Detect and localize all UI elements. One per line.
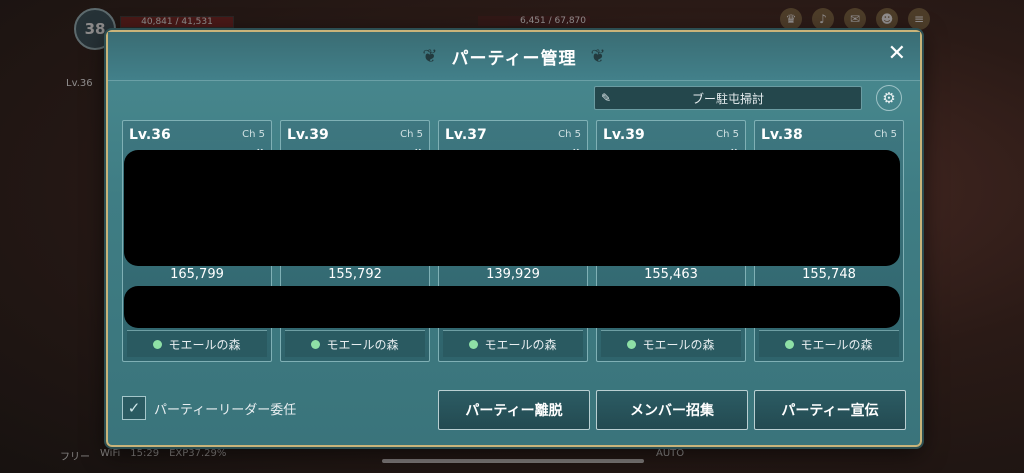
- member-level: Lv.38: [761, 127, 803, 143]
- redaction-block: [124, 286, 900, 328]
- party-name-field[interactable]: ✎ ブー駐屯掃討: [594, 86, 862, 110]
- trophy-icon[interactable]: ♛: [780, 8, 802, 30]
- target-hp-bar: 6,451 / 67,870: [478, 16, 590, 26]
- bell-icon[interactable]: ♪: [812, 8, 834, 30]
- status-bar: フリー WiFi 15:29 EXP37.29%: [60, 448, 226, 463]
- exp-text: EXP37.29%: [169, 448, 227, 459]
- right-ornament-icon: ❦: [590, 45, 606, 67]
- dialog-title: パーティー管理: [451, 48, 577, 69]
- location-dot-icon: [311, 339, 321, 349]
- member-power: 165,799: [170, 267, 224, 282]
- top-right-icons: ♛ ♪ ✉ ☻ ≡: [780, 8, 930, 30]
- location-dot-icon: [469, 339, 479, 349]
- member-level: Lv.39: [287, 127, 329, 143]
- mail-icon[interactable]: ✉: [844, 8, 866, 30]
- member-location: モエールの森: [759, 330, 899, 357]
- location-dot-icon: [785, 339, 795, 349]
- wifi-label: WiFi: [100, 448, 121, 459]
- location-label: モエールの森: [642, 337, 715, 352]
- clock: 15:29: [130, 448, 160, 459]
- location-dot-icon: [627, 339, 637, 349]
- member-channel: Ch 5: [874, 129, 897, 140]
- member-power: 139,929: [486, 267, 540, 282]
- home-indicator: [382, 459, 644, 463]
- member-power: 155,463: [644, 267, 698, 282]
- player-level: 38: [84, 20, 106, 38]
- checkmark-icon[interactable]: ✓: [122, 396, 146, 420]
- party-member-level: Lv.36: [66, 78, 93, 89]
- member-power: 155,748: [802, 267, 856, 282]
- member-location: モエールの森: [601, 330, 741, 357]
- member-location: モエールの森: [127, 330, 267, 357]
- auto-label[interactable]: AUTO: [656, 448, 684, 459]
- location-dot-icon: [153, 339, 163, 349]
- gear-icon[interactable]: ⚙: [876, 85, 902, 111]
- member-level: Lv.36: [129, 127, 171, 143]
- hp-bar: 40,841 / 41,531: [120, 16, 234, 28]
- recruit-members-button[interactable]: メンバー招集: [596, 390, 748, 430]
- free-label: フリー: [60, 452, 90, 463]
- party-name: ブー駐屯掃討: [691, 91, 764, 106]
- location-label: モエールの森: [484, 337, 557, 352]
- member-level: Lv.37: [445, 127, 487, 143]
- location-label: モエールの森: [326, 337, 399, 352]
- leader-delegate-toggle[interactable]: ✓ パーティーリーダー委任: [122, 396, 296, 420]
- left-ornament-icon: ❦: [422, 45, 438, 67]
- dialog-title-bar: ❦ パーティー管理 ❦ ✕: [108, 32, 920, 81]
- location-label: モエールの森: [800, 337, 873, 352]
- hp-text: 40,841 / 41,531: [141, 17, 213, 27]
- member-location: モエールの森: [443, 330, 583, 357]
- pencil-icon[interactable]: ✎: [595, 91, 617, 105]
- target-hp-text: 6,451 / 67,870: [519, 16, 586, 26]
- party-management-dialog: ❦ パーティー管理 ❦ ✕ ✎ ブー駐屯掃討 ⚙ Lv.36 Ch 5 ⌄ 165…: [106, 30, 922, 447]
- advertise-party-button[interactable]: パーティー宣伝: [754, 390, 906, 430]
- member-level: Lv.39: [603, 127, 645, 143]
- menu-icon[interactable]: ≡: [908, 8, 930, 30]
- close-icon[interactable]: ✕: [888, 41, 906, 66]
- character-icon[interactable]: ☻: [876, 8, 898, 30]
- leader-delegate-label: パーティーリーダー委任: [154, 402, 297, 418]
- redaction-block: [124, 150, 900, 266]
- location-label: モエールの森: [168, 337, 241, 352]
- member-location: モエールの森: [285, 330, 425, 357]
- member-power: 155,792: [328, 267, 382, 282]
- leave-party-button[interactable]: パーティー離脱: [438, 390, 590, 430]
